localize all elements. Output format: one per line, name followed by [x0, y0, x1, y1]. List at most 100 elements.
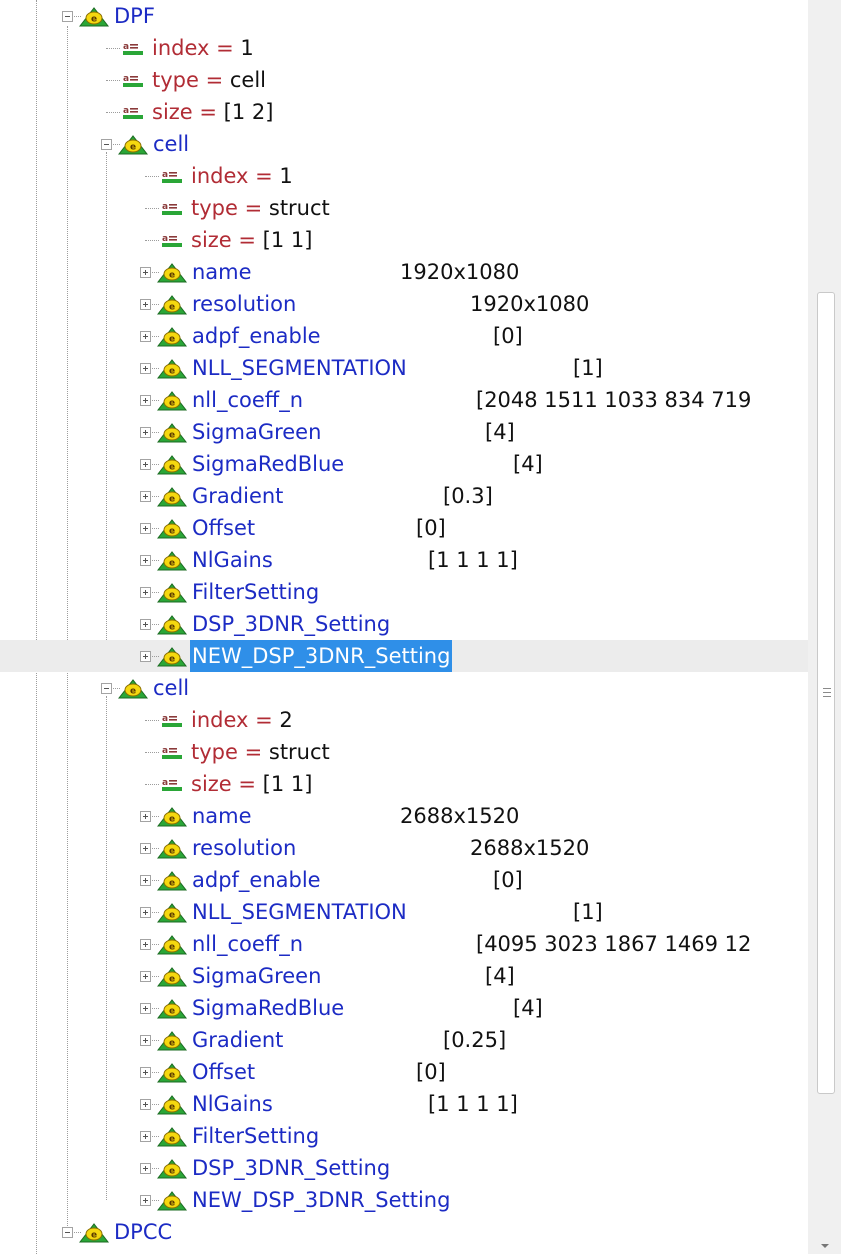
plus-expander-icon[interactable] — [140, 1035, 151, 1046]
plus-expander-icon[interactable] — [140, 299, 151, 310]
tree-row[interactable]: e SigmaRedBlue [4] — [0, 448, 808, 480]
tree-row[interactable]: e FilterSetting — [0, 576, 808, 608]
tree-row[interactable]: e nll_coeff_n [2048 1511 1033 834 719 — [0, 384, 808, 416]
minus-expander-icon[interactable] — [62, 11, 73, 22]
tree-row[interactable]: a index = 2 — [0, 704, 808, 736]
field-node-icon: a — [162, 234, 182, 247]
struct-node-icon: e — [156, 455, 188, 475]
tree-row[interactable]: a type = cell — [0, 64, 808, 96]
tree-row[interactable]: e Offset [0] — [0, 512, 808, 544]
struct-node-icon: e — [156, 519, 188, 539]
tree-row[interactable]: e SigmaGreen [4] — [0, 416, 808, 448]
plus-expander-icon[interactable] — [140, 491, 151, 502]
tree-row[interactable]: a index = 1 — [0, 160, 808, 192]
plus-expander-icon[interactable] — [140, 331, 151, 342]
tree-row[interactable]: e resolution 2688x1520 — [0, 832, 808, 864]
struct-name-label: NlGains — [192, 1092, 273, 1116]
minus-expander-icon[interactable] — [62, 1227, 73, 1238]
tree-connector — [145, 720, 159, 721]
plus-expander-icon[interactable] — [140, 875, 151, 886]
struct-node-icon: e — [156, 647, 188, 667]
tree-row[interactable]: a size = [1 1] — [0, 768, 808, 800]
plus-expander-icon[interactable] — [140, 811, 151, 822]
struct-value: [0] — [416, 1060, 446, 1084]
tree-row[interactable]: e adpf_enable [0] — [0, 320, 808, 352]
tree-row[interactable]: e SigmaGreen [4] — [0, 960, 808, 992]
tree-row[interactable]: e NEW_DSP_3DNR_Setting — [0, 640, 808, 672]
minus-expander-icon[interactable] — [101, 683, 112, 694]
tree-row[interactable]: a index = 1 — [0, 32, 808, 64]
tree-row[interactable]: e adpf_enable [0] — [0, 864, 808, 896]
plus-expander-icon[interactable] — [140, 1099, 151, 1110]
tree-row[interactable]: e Offset [0] — [0, 1056, 808, 1088]
plus-expander-icon[interactable] — [140, 363, 151, 374]
tree-row[interactable]: e Gradient [0.25] — [0, 1024, 808, 1056]
field-value: cell — [229, 68, 267, 92]
tree-row[interactable]: e cell — [0, 128, 808, 160]
field-node-icon: a — [123, 42, 143, 55]
plus-expander-icon[interactable] — [140, 939, 151, 950]
struct-value: 2688x1520 — [470, 836, 590, 860]
tree-row[interactable]: e DPCC — [0, 1216, 808, 1248]
tree-row[interactable]: a size = [1 2] — [0, 96, 808, 128]
tree-row[interactable]: e resolution 1920x1080 — [0, 288, 808, 320]
scroll-down-arrow-icon[interactable] — [821, 1244, 829, 1248]
field-name: index — [152, 36, 210, 60]
plus-expander-icon[interactable] — [140, 1195, 151, 1206]
tree-row[interactable]: a size = [1 1] — [0, 224, 808, 256]
plus-expander-icon[interactable] — [140, 555, 151, 566]
plus-expander-icon[interactable] — [140, 267, 151, 278]
tree-row[interactable]: e NlGains [1 1 1 1] — [0, 544, 808, 576]
struct-node-icon: e — [156, 999, 188, 1019]
tree-row[interactable]: e Gradient [0.3] — [0, 480, 808, 512]
plus-expander-icon[interactable] — [140, 427, 151, 438]
tree-row[interactable]: e NLL_SEGMENTATION [1] — [0, 896, 808, 928]
tree-row[interactable]: e SigmaRedBlue [4] — [0, 992, 808, 1024]
plus-expander-icon[interactable] — [140, 587, 151, 598]
tree-row[interactable]: e NEW_DSP_3DNR_Setting — [0, 1184, 808, 1216]
field-name: index — [191, 164, 249, 188]
tree-row[interactable]: e nll_coeff_n [4095 3023 1867 1469 12 — [0, 928, 808, 960]
plus-expander-icon[interactable] — [140, 1003, 151, 1014]
struct-node-icon: e — [156, 391, 188, 411]
plus-expander-icon[interactable] — [140, 971, 151, 982]
tree-row[interactable]: e NLL_SEGMENTATION [1] — [0, 352, 808, 384]
plus-expander-icon[interactable] — [140, 1131, 151, 1142]
scrollbar-thumb[interactable] — [817, 292, 835, 1094]
tree-row[interactable]: e DPF — [0, 0, 808, 32]
tree-row[interactable]: e NlGains [1 1 1 1] — [0, 1088, 808, 1120]
field-node-icon: a — [123, 106, 143, 119]
plus-expander-icon[interactable] — [140, 619, 151, 630]
struct-node-icon: e — [156, 871, 188, 891]
plus-expander-icon[interactable] — [140, 907, 151, 918]
struct-value: [4095 3023 1867 1469 12 — [476, 932, 752, 956]
tree-row[interactable]: e name 2688x1520 — [0, 800, 808, 832]
tree-row[interactable]: a type = struct — [0, 736, 808, 768]
tree-row[interactable]: a type = struct — [0, 192, 808, 224]
struct-name-label: cell — [153, 676, 190, 700]
struct-node-icon: e — [117, 679, 149, 699]
plus-expander-icon[interactable] — [140, 395, 151, 406]
plus-expander-icon[interactable] — [140, 523, 151, 534]
plus-expander-icon[interactable] — [140, 459, 151, 470]
svg-text:e: e — [169, 815, 175, 825]
tree-row[interactable]: e cell — [0, 672, 808, 704]
vertical-scrollbar[interactable] — [808, 0, 841, 1254]
field-name: type — [191, 740, 238, 764]
field-label: type = cell — [152, 68, 267, 92]
struct-value: [1] — [573, 900, 603, 924]
struct-tree-view[interactable]: e DPF a index = 1 a type = cell a size = [1 2] e… — [0, 0, 808, 1254]
plus-expander-icon[interactable] — [140, 843, 151, 854]
field-name: size — [191, 772, 232, 796]
plus-expander-icon[interactable] — [140, 1067, 151, 1078]
field-name: type — [191, 196, 238, 220]
minus-expander-icon[interactable] — [101, 139, 112, 150]
plus-expander-icon[interactable] — [140, 1163, 151, 1174]
plus-expander-icon[interactable] — [140, 651, 151, 662]
struct-name-label: NLL_SEGMENTATION — [192, 356, 407, 380]
struct-node-icon: e — [117, 135, 149, 155]
tree-row[interactable]: e FilterSetting — [0, 1120, 808, 1152]
tree-row[interactable]: e name 1920x1080 — [0, 256, 808, 288]
tree-row[interactable]: e DSP_3DNR_Setting — [0, 608, 808, 640]
tree-row[interactable]: e DSP_3DNR_Setting — [0, 1152, 808, 1184]
